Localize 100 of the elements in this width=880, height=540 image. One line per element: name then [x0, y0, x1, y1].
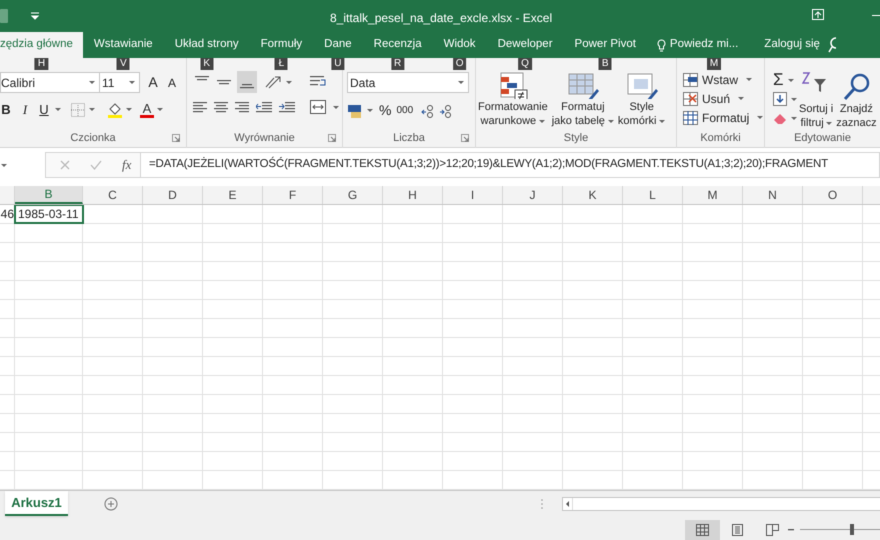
page-layout-icon — [731, 524, 744, 536]
fill-color-icon[interactable] — [107, 102, 123, 118]
increase-font-size-button[interactable]: A — [146, 72, 160, 93]
decrease-font-size-button[interactable]: A — [166, 74, 178, 92]
column-header[interactable]: J — [503, 186, 563, 204]
column-header[interactable]: M — [683, 186, 743, 204]
ribbon-tab[interactable]: Wstawianie — [82, 32, 164, 58]
percent-style-button[interactable]: % — [379, 100, 392, 121]
insert-cells-icon — [683, 72, 698, 86]
ribbon-button[interactable]: Usuń — [683, 90, 764, 107]
comma-style-button[interactable]: 000 — [396, 103, 414, 118]
ribbon-tab[interactable]: Widok — [432, 32, 487, 58]
number-format-field[interactable]: Data — [347, 72, 469, 93]
horizontal-scrollbar[interactable] — [562, 497, 880, 511]
fill-down-icon[interactable] — [773, 92, 787, 106]
search-icon — [842, 71, 870, 101]
slider-thumb[interactable] — [850, 524, 854, 535]
ribbon-button[interactable]: Sortuj i filtruj — [799, 71, 834, 130]
italic-button[interactable]: I — [20, 100, 30, 120]
name-box-caret-icon[interactable] — [1, 164, 7, 166]
caret-icon[interactable] — [788, 78, 794, 82]
orientation-icon[interactable] — [265, 75, 281, 89]
ribbon-button[interactable]: Formatowanie warunkowe — [476, 71, 550, 128]
font-color-button[interactable]: A — [140, 102, 154, 118]
ribbon-button[interactable]: Wstaw — [683, 71, 764, 88]
caret-icon[interactable] — [157, 108, 163, 112]
caret-icon[interactable] — [89, 108, 95, 112]
eraser-icon[interactable] — [773, 112, 787, 124]
formula-field[interactable]: =DATA(JEŻELI(WARTOŚĆ(FRAGMENT.TEKSTU(A1;3;2))>12;20;19)&LEWY(A1;2);MOD(FRAGMENT.TEKSTU(A1;3;2);20);FRAGMENT — [141, 152, 880, 178]
ribbon-button[interactable]: Formatuj jako tabelę — [550, 71, 616, 128]
ribbon-tab[interactable]: Recenzja — [362, 32, 433, 58]
group-label: Wyrównanie — [234, 130, 295, 146]
column-header[interactable]: F — [263, 186, 323, 204]
caret-icon[interactable] — [367, 109, 373, 112]
column-header[interactable]: B — [15, 186, 83, 204]
minimize-icon[interactable] — [872, 15, 880, 17]
increase-decimal-icon[interactable] — [421, 104, 436, 118]
caret-icon[interactable] — [791, 116, 797, 120]
column-header[interactable]: K — [563, 186, 623, 204]
decrease-indent-icon[interactable] — [256, 101, 272, 113]
delete-cells-icon — [683, 92, 698, 106]
column-header[interactable]: D — [143, 186, 203, 204]
insert-function-button[interactable]: fx — [122, 155, 132, 175]
column-header[interactable]: H — [383, 186, 443, 204]
ribbon-button[interactable]: Formatuj — [683, 109, 764, 126]
ribbon-tab[interactable]: Układ strony — [164, 32, 250, 58]
ribbon-tab[interactable]: zędzia główne — [0, 32, 83, 58]
tell-me-field[interactable]: Powiedz mi... — [670, 36, 738, 54]
caret-icon[interactable] — [129, 81, 135, 84]
accounting-format-icon[interactable] — [347, 102, 363, 118]
lightbulb-icon[interactable] — [656, 38, 666, 52]
ribbon-display-options-icon[interactable] — [812, 9, 824, 20]
table-cell[interactable]: 1985-03-11 — [15, 205, 83, 223]
column-header[interactable]: O — [803, 186, 863, 204]
caret-icon[interactable] — [89, 81, 95, 84]
add-sheet-icon[interactable] — [104, 497, 118, 511]
caret-icon[interactable] — [286, 80, 292, 84]
dialog-launcher-icon[interactable] — [328, 134, 336, 142]
normal-view-button[interactable] — [685, 520, 720, 540]
group-label: Style — [564, 130, 588, 146]
ribbon-button[interactable]: Znajdź zaznacz — [836, 71, 877, 130]
dialog-launcher-icon[interactable] — [461, 134, 469, 142]
caret-icon[interactable] — [458, 81, 464, 84]
column-header[interactable]: N — [743, 186, 803, 204]
column-header[interactable]: I — [443, 186, 503, 204]
caret-icon[interactable] — [126, 108, 132, 112]
keytip: U — [331, 58, 345, 70]
sheet-tab[interactable]: Arkusz1 — [5, 491, 68, 516]
keytip: O — [452, 58, 466, 70]
underline-button[interactable]: U — [38, 100, 50, 120]
bold-button[interactable]: B — [0, 100, 12, 120]
format-cells-icon — [683, 110, 698, 124]
decrease-decimal-icon[interactable] — [439, 104, 454, 118]
keytip: R — [391, 58, 404, 70]
font-name-field[interactable]: Calibri — [0, 72, 100, 93]
search-icon[interactable] — [828, 37, 836, 53]
column-header[interactable]: G — [323, 186, 383, 204]
merge-cells-icon[interactable] — [310, 100, 326, 114]
sign-in-link[interactable]: Zaloguj się — [764, 32, 820, 58]
align-left-icon[interactable] — [193, 101, 207, 113]
borders-icon[interactable] — [71, 102, 85, 117]
customize-toolbar-icon[interactable] — [31, 12, 39, 20]
column-header[interactable]: C — [83, 186, 143, 204]
autosum-button[interactable]: Σ — [773, 71, 784, 89]
caret-icon[interactable] — [333, 106, 339, 108]
caret-icon[interactable] — [55, 108, 61, 112]
column-header[interactable]: L — [623, 186, 683, 204]
ribbon-tab[interactable]: Formuły — [250, 32, 314, 58]
zoom-slider[interactable] — [800, 524, 880, 535]
ribbon-button[interactable]: Style komórki — [616, 71, 668, 128]
align-right-icon[interactable] — [235, 101, 249, 113]
dialog-launcher-icon[interactable] — [172, 134, 180, 142]
caret-icon[interactable] — [791, 98, 797, 100]
ribbon-tab[interactable]: Power Pivot — [564, 32, 647, 58]
ribbon-tab[interactable]: Deweloper — [486, 32, 564, 58]
increase-indent-icon[interactable] — [279, 101, 295, 113]
align-center-icon[interactable] — [214, 101, 228, 113]
column-header[interactable]: E — [203, 186, 263, 204]
ribbon-tab[interactable]: Dane — [313, 32, 363, 58]
font-size-field[interactable]: 11 — [100, 72, 140, 93]
